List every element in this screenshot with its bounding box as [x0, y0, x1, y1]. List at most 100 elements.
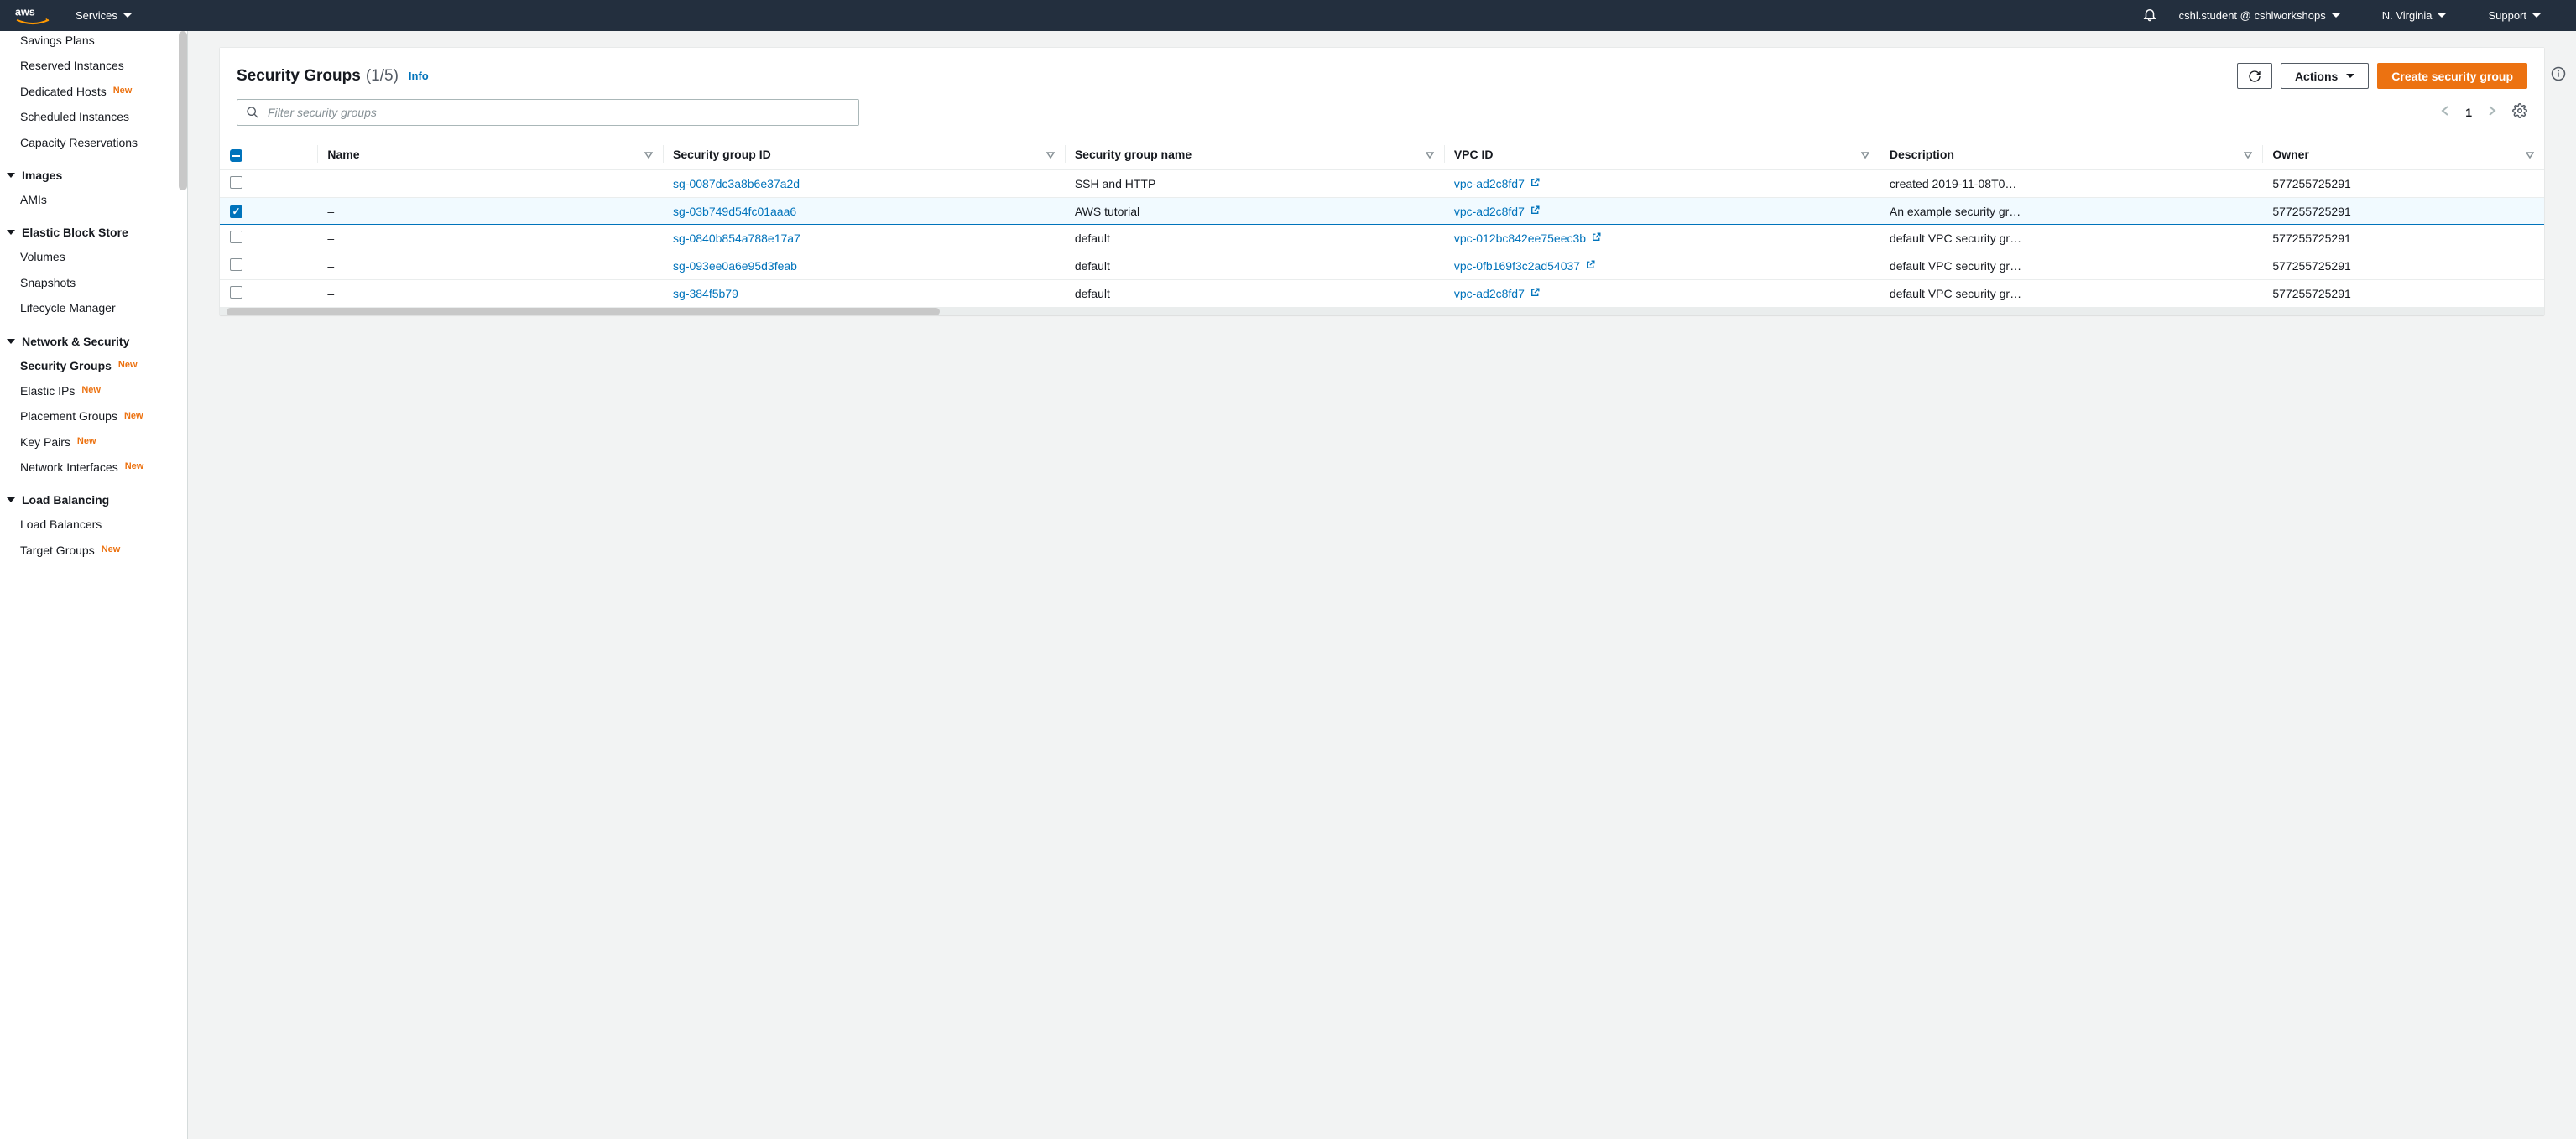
support-menu[interactable]: Support: [2488, 9, 2541, 22]
security-group-id-link[interactable]: sg-093ee0a6e95d3feab: [673, 259, 797, 273]
sidebar-item[interactable]: Placement GroupsNew: [0, 403, 187, 429]
sidebar-section-header[interactable]: Images: [0, 164, 187, 187]
row-checkbox[interactable]: [230, 176, 242, 189]
row-checkbox[interactable]: [230, 258, 242, 271]
cell-owner: 577255725291: [2262, 198, 2544, 225]
column-header[interactable]: Security group name: [1065, 138, 1444, 170]
create-label: Create security group: [2391, 70, 2513, 83]
row-checkbox[interactable]: [230, 286, 242, 299]
svg-text:aws: aws: [15, 7, 35, 18]
security-groups-panel: Security Groups (1/5) Info Actions Creat…: [220, 48, 2544, 315]
security-group-id-link[interactable]: sg-0087dc3a8b6e37a2d: [673, 177, 800, 190]
sidebar-item[interactable]: Elastic IPsNew: [0, 378, 187, 403]
sidebar-item[interactable]: Lifecycle Manager: [0, 295, 187, 320]
cell-owner: 577255725291: [2262, 170, 2544, 198]
actions-button[interactable]: Actions: [2281, 63, 2369, 89]
sidebar-item[interactable]: Security GroupsNew: [0, 353, 187, 378]
column-header[interactable]: Description: [1880, 138, 2262, 170]
cell-description: created 2019-11-08T0…: [1880, 170, 2262, 198]
security-group-id-link[interactable]: sg-0840b854a788e17a7: [673, 231, 800, 245]
security-group-id-link[interactable]: sg-384f5b79: [673, 287, 738, 300]
sidebar-section-header[interactable]: Load Balancing: [0, 488, 187, 512]
account-label: cshl.student @ cshlworkshops: [2179, 9, 2326, 22]
cell-owner: 577255725291: [2262, 279, 2544, 307]
sidebar-item[interactable]: Target GroupsNew: [0, 538, 187, 563]
sidebar-item[interactable]: AMIs: [0, 187, 187, 212]
table-row[interactable]: –sg-384f5b79 default vpc-ad2c8fd7 default V…: [220, 279, 2544, 307]
cell-sgname: AWS tutorial: [1065, 198, 1444, 225]
cell-description: default VPC security gr…: [1880, 279, 2262, 307]
cell-sgname: SSH and HTTP: [1065, 170, 1444, 198]
sidebar-item[interactable]: Snapshots: [0, 270, 187, 295]
table-row[interactable]: –sg-03b749d54fc01aaa6AWS tutorialvpc-ad2…: [220, 198, 2544, 225]
cell-description: default VPC security gr…: [1880, 252, 2262, 279]
actions-label: Actions: [2295, 70, 2338, 83]
sidebar-item[interactable]: Key PairsNew: [0, 429, 187, 455]
filter-input[interactable]: [268, 106, 850, 119]
support-label: Support: [2488, 9, 2526, 22]
page-count: (1/5): [366, 67, 399, 86]
sidebar-item[interactable]: Load Balancers: [0, 512, 187, 537]
select-all-checkbox[interactable]: [230, 149, 242, 162]
vpc-id-link[interactable]: vpc-ad2c8fd7: [1454, 205, 1541, 218]
account-menu[interactable]: cshl.student @ cshlworkshops: [2179, 9, 2340, 22]
filter-input-wrapper[interactable]: [237, 99, 859, 126]
sidebar-section-header[interactable]: Network & Security: [0, 330, 187, 353]
table-row[interactable]: –sg-0840b854a788e17a7 default vpc-012bc842…: [220, 224, 2544, 252]
table-row[interactable]: –sg-093ee0a6e95d3feabdefaultvpc-0fb169f3…: [220, 252, 2544, 279]
row-checkbox[interactable]: [230, 231, 242, 243]
column-header[interactable]: Security group ID: [663, 138, 1065, 170]
chevron-down-icon: [7, 173, 15, 178]
page-title: Security Groups: [237, 67, 361, 86]
page-prev[interactable]: [2440, 105, 2450, 121]
column-header[interactable]: Owner: [2262, 138, 2544, 170]
refresh-button[interactable]: [2237, 63, 2272, 89]
settings-icon[interactable]: [2512, 103, 2527, 122]
page-next[interactable]: [2487, 105, 2497, 121]
aws-logo[interactable]: aws: [15, 6, 50, 26]
cell-sgname: default: [1065, 279, 1444, 307]
top-nav: aws Services cshl.student @ cshlworkshop…: [0, 0, 2576, 31]
sidebar-item[interactable]: Dedicated HostsNew: [0, 79, 187, 104]
vpc-id-link[interactable]: vpc-0fb169f3c2ad54037: [1454, 259, 1596, 273]
info-icon[interactable]: [2551, 66, 2566, 86]
chevron-down-icon: [2346, 74, 2354, 78]
cell-name: –: [317, 224, 663, 252]
horizontal-scrollbar[interactable]: [227, 308, 940, 315]
region-label: N. Virginia: [2382, 9, 2433, 22]
scrollbar-thumb[interactable]: [179, 31, 187, 190]
sidebar-item[interactable]: Volumes: [0, 244, 187, 269]
vpc-id-link[interactable]: vpc-ad2c8fd7: [1454, 177, 1541, 190]
cell-owner: 577255725291: [2262, 252, 2544, 279]
chevron-down-icon: [7, 230, 15, 235]
table-row[interactable]: –sg-0087dc3a8b6e37a2d SSH and HTTP vpc-ad2…: [220, 170, 2544, 198]
cell-name: –: [317, 170, 663, 198]
region-menu[interactable]: N. Virginia: [2382, 9, 2447, 22]
cell-sgname: default: [1065, 224, 1444, 252]
chevron-down-icon: [123, 13, 132, 18]
sidebar-item[interactable]: Scheduled Instances: [0, 104, 187, 129]
page-number: 1: [2465, 106, 2472, 119]
vpc-id-link[interactable]: vpc-012bc842ee75eec3b: [1454, 231, 1602, 245]
row-checkbox[interactable]: [230, 205, 242, 218]
chevron-down-icon: [7, 339, 15, 344]
column-header[interactable]: VPC ID: [1444, 138, 1880, 170]
column-header[interactable]: Name: [317, 138, 663, 170]
vpc-id-link[interactable]: vpc-ad2c8fd7: [1454, 287, 1541, 300]
cell-name: –: [317, 279, 663, 307]
services-menu[interactable]: Services: [76, 9, 132, 22]
notifications-icon[interactable]: [2142, 7, 2157, 24]
chevron-down-icon: [2332, 13, 2340, 18]
cell-owner: 577255725291: [2262, 224, 2544, 252]
sidebar-item[interactable]: Capacity Reservations: [0, 130, 187, 155]
chevron-down-icon: [2532, 13, 2541, 18]
services-label: Services: [76, 9, 117, 22]
create-security-group-button[interactable]: Create security group: [2377, 63, 2527, 89]
security-group-id-link[interactable]: sg-03b749d54fc01aaa6: [673, 205, 796, 218]
sidebar-item[interactable]: Network InterfacesNew: [0, 455, 187, 480]
sidebar-item[interactable]: Savings Plans: [0, 34, 187, 53]
info-link[interactable]: Info: [409, 70, 429, 82]
cell-description: default VPC security gr…: [1880, 224, 2262, 252]
sidebar-item[interactable]: Reserved Instances: [0, 53, 187, 78]
sidebar-section-header[interactable]: Elastic Block Store: [0, 221, 187, 244]
